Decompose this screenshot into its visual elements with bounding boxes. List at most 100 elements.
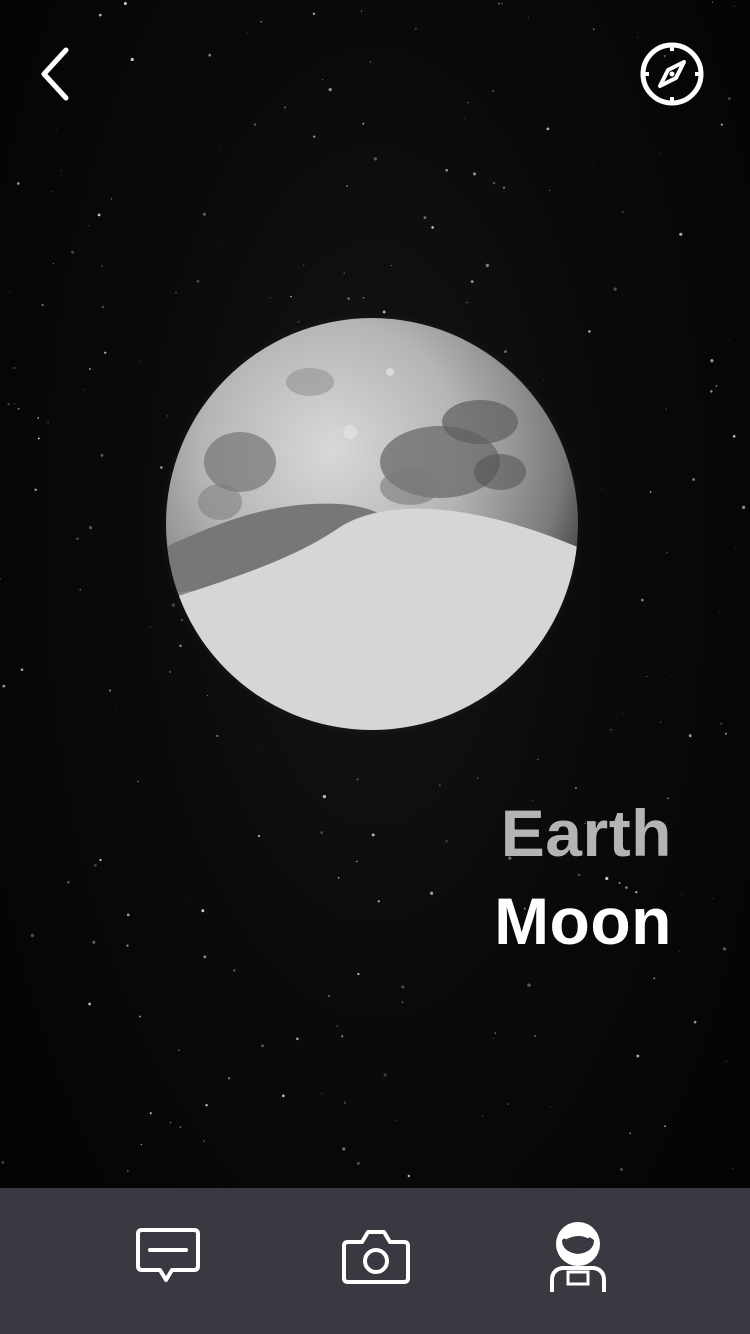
star: [108, 689, 112, 692]
star: [423, 216, 427, 220]
star: [470, 280, 474, 283]
star: [492, 181, 496, 185]
star: [693, 1020, 697, 1024]
star: [313, 135, 316, 138]
star: [357, 972, 360, 976]
star: [730, 210, 732, 212]
star: [37, 417, 39, 419]
chat-icon: [136, 1228, 200, 1282]
title-block: Earth Moon: [494, 800, 672, 954]
star: [636, 36, 638, 38]
star: [126, 43, 127, 45]
star: [290, 295, 292, 298]
star: [722, 947, 727, 951]
star: [88, 526, 93, 530]
star: [549, 1106, 551, 1108]
star: [341, 1035, 344, 1038]
star: [622, 713, 624, 715]
star: [88, 224, 90, 227]
star: [98, 13, 102, 17]
tab-chat[interactable]: [126, 1214, 210, 1298]
star: [732, 1167, 734, 1170]
star: [343, 272, 345, 274]
star: [196, 279, 200, 283]
chevron-left-icon: [41, 47, 69, 101]
star: [41, 304, 44, 307]
star: [100, 453, 104, 457]
star: [492, 1037, 494, 1039]
star: [322, 79, 323, 81]
compass-button[interactable]: [638, 40, 706, 108]
back-button[interactable]: [24, 40, 88, 104]
star: [175, 291, 177, 294]
star: [649, 491, 652, 493]
star: [636, 1054, 640, 1058]
star: [401, 985, 405, 989]
star: [415, 27, 417, 30]
moon-globe: [160, 312, 584, 736]
star: [645, 675, 648, 678]
star: [296, 1037, 299, 1041]
star: [395, 1119, 397, 1121]
star: [7, 402, 10, 406]
star: [356, 860, 358, 863]
star: [601, 489, 603, 491]
star: [149, 1112, 152, 1115]
star: [140, 1143, 142, 1146]
star: [592, 161, 594, 163]
star: [20, 668, 24, 671]
star: [253, 123, 257, 126]
star: [137, 780, 139, 782]
star: [116, 710, 118, 712]
bottom-tab-bar: [0, 1188, 750, 1334]
star: [84, 389, 85, 391]
star: [52, 191, 54, 193]
star: [725, 1060, 727, 1063]
star: [549, 189, 551, 191]
star: [362, 296, 365, 299]
star: [383, 1073, 387, 1077]
star: [407, 1174, 410, 1178]
star: [261, 1044, 264, 1048]
star: [371, 833, 375, 837]
star: [347, 297, 351, 300]
star: [373, 157, 377, 161]
star: [1, 1161, 4, 1164]
star: [9, 291, 11, 292]
star: [257, 834, 261, 838]
star: [679, 950, 681, 952]
star: [101, 265, 103, 267]
star: [692, 477, 696, 481]
star: [527, 16, 529, 18]
star: [588, 330, 591, 333]
star: [356, 778, 359, 781]
star: [178, 1049, 180, 1052]
star: [665, 408, 667, 410]
star: [464, 117, 466, 119]
compass-icon: [640, 42, 704, 106]
star: [688, 734, 692, 738]
star: [221, 243, 223, 245]
star: [711, 1, 714, 3]
star: [681, 894, 683, 896]
star: [343, 1101, 347, 1104]
star: [727, 97, 731, 101]
star: [653, 977, 656, 980]
star: [52, 262, 54, 265]
star: [260, 21, 262, 23]
star: [93, 863, 97, 867]
star: [719, 610, 720, 612]
star: [733, 5, 735, 7]
star: [445, 169, 448, 172]
star: [430, 891, 434, 895]
star: [660, 721, 662, 723]
tab-astronaut[interactable]: [536, 1214, 620, 1298]
tab-camera[interactable]: [334, 1214, 418, 1298]
star: [37, 437, 40, 440]
star: [741, 505, 746, 510]
star: [205, 1104, 208, 1107]
star: [126, 1169, 129, 1172]
star: [149, 626, 151, 628]
star: [715, 385, 718, 387]
star: [664, 1125, 666, 1128]
